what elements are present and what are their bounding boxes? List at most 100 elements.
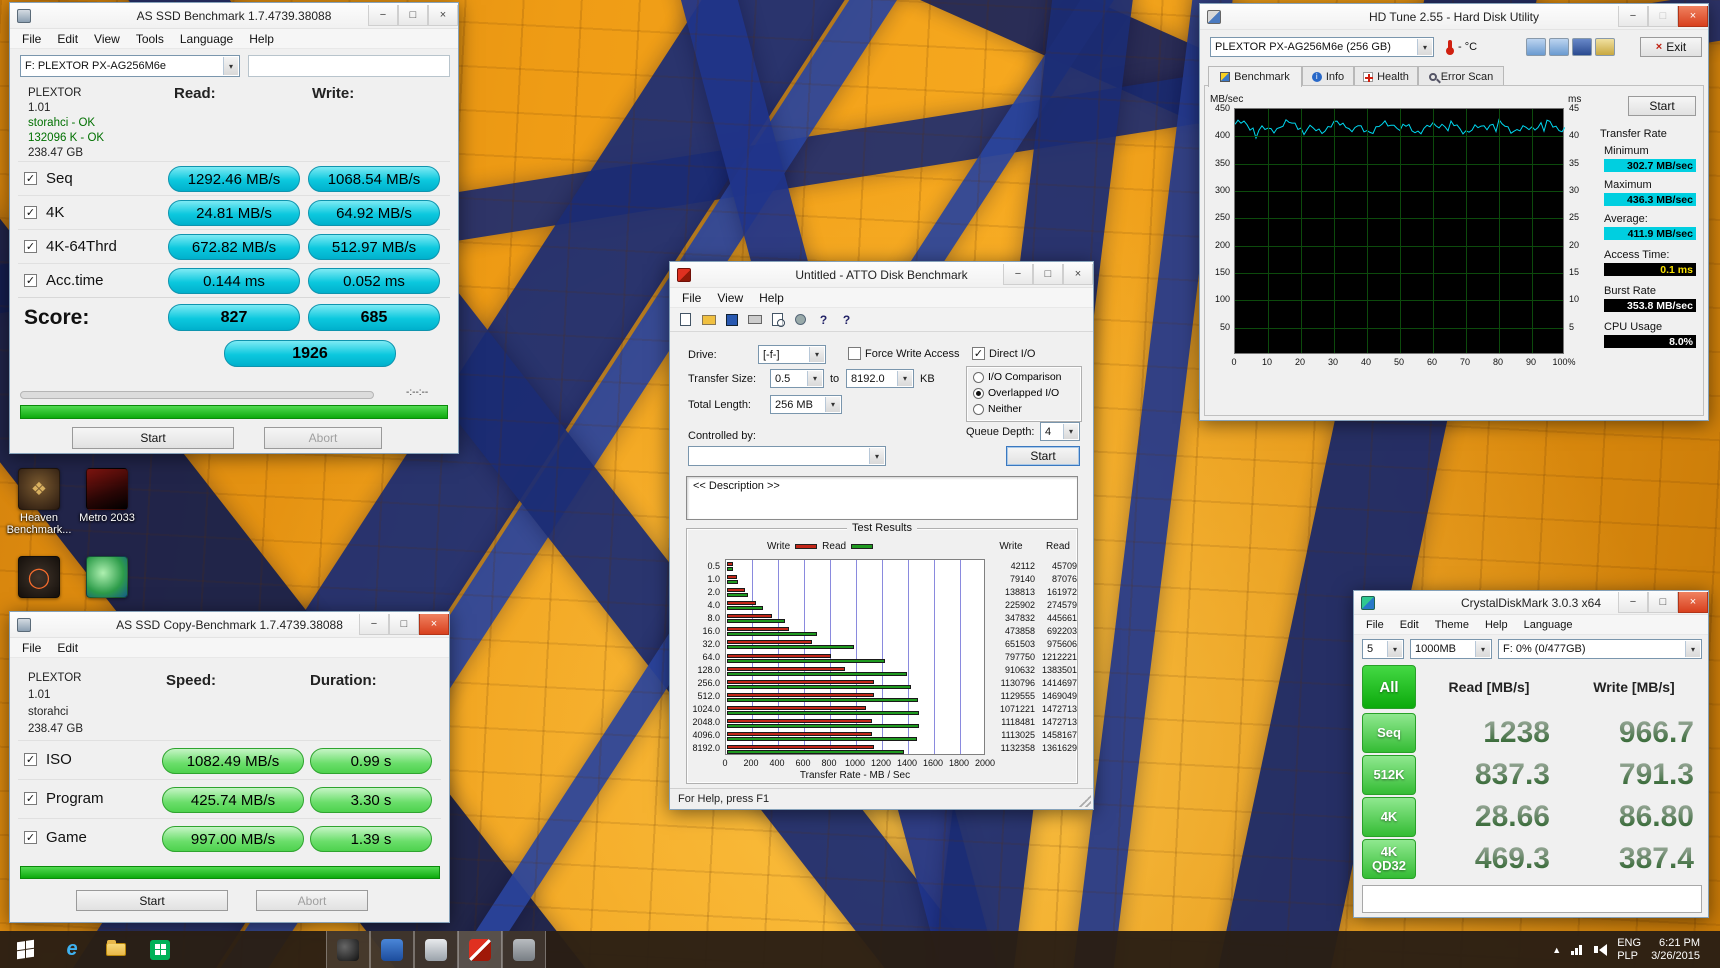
neither-option[interactable]: Neither	[973, 403, 1022, 415]
context-help-icon[interactable]: ?	[835, 310, 858, 330]
print-preview-icon[interactable]	[766, 310, 789, 330]
start-button[interactable]	[0, 931, 50, 968]
run-seq-button[interactable]: Seq	[1362, 713, 1416, 753]
close-button[interactable]: ×	[1678, 6, 1708, 27]
menu-help[interactable]: Help	[751, 289, 792, 307]
tray-expand-icon[interactable]: ▲	[1552, 945, 1561, 955]
title-bar[interactable]: AS SSD Benchmark 1.7.4739.38088 − □ ×	[10, 3, 458, 29]
taskbar-explorer-icon[interactable]	[94, 931, 138, 968]
menu-language[interactable]: Language	[172, 30, 241, 48]
tab-health[interactable]: Health	[1354, 66, 1418, 86]
program-checkbox[interactable]: ✓	[24, 792, 37, 805]
title-bar[interactable]: Untitled - ATTO Disk Benchmark − □ ×	[670, 262, 1093, 288]
menu-edit[interactable]: Edit	[49, 30, 86, 48]
start-button[interactable]: Start	[76, 890, 228, 911]
menu-language[interactable]: Language	[1516, 617, 1581, 633]
total-length-select[interactable]: 256 MB ▾	[770, 395, 842, 414]
close-button[interactable]: ×	[428, 5, 458, 26]
start-button[interactable]: Start	[1006, 446, 1080, 466]
start-button[interactable]: Start	[1628, 96, 1696, 116]
network-icon[interactable]	[1571, 945, 1584, 955]
test-size-select[interactable]: 1000MB ▾	[1410, 639, 1492, 659]
menu-help[interactable]: Help	[241, 30, 282, 48]
iso-checkbox[interactable]: ✓	[24, 753, 37, 766]
taskbar-app2-icon[interactable]	[370, 931, 414, 968]
volume-icon[interactable]	[1594, 944, 1607, 956]
minimize-button[interactable]: −	[359, 614, 389, 635]
description-box[interactable]: << Description >>	[686, 476, 1078, 520]
options-icon[interactable]	[1595, 38, 1615, 56]
close-button[interactable]: ×	[1063, 264, 1093, 285]
minimize-button[interactable]: −	[1003, 264, 1033, 285]
menu-theme[interactable]: Theme	[1427, 617, 1477, 633]
menu-edit[interactable]: Edit	[1392, 617, 1427, 633]
title-bar[interactable]: HD Tune 2.55 - Hard Disk Utility − □ ×	[1200, 4, 1708, 30]
desktop-icon-origin[interactable]: ◯	[6, 556, 72, 600]
exit-button[interactable]: × Exit	[1640, 37, 1702, 57]
tab-benchmark[interactable]: Benchmark	[1208, 66, 1302, 87]
acctime-checkbox[interactable]: ✓	[24, 274, 37, 287]
run-all-button[interactable]: All	[1362, 665, 1416, 709]
resize-grip[interactable]	[1079, 795, 1091, 807]
queue-depth-select[interactable]: 4 ▾	[1040, 422, 1080, 441]
target-drive-select[interactable]: F: 0% (0/477GB) ▾	[1498, 639, 1702, 659]
maximize-button[interactable]: □	[1648, 6, 1678, 27]
maximize-button[interactable]: □	[1033, 264, 1063, 285]
abort-button[interactable]: Abort	[256, 890, 368, 911]
desktop-icon-metro-2033[interactable]: Metro 2033	[74, 468, 140, 524]
overlapped-io-option[interactable]: Overlapped I/O	[973, 387, 1059, 399]
comment-field[interactable]	[1362, 885, 1702, 913]
menu-view[interactable]: View	[86, 30, 128, 48]
menu-file[interactable]: File	[674, 289, 709, 307]
direct-io-checkbox[interactable]: ✓	[972, 347, 985, 360]
overlapped-io-radio[interactable]	[973, 388, 984, 399]
menu-view[interactable]: View	[709, 289, 751, 307]
tab-error-scan[interactable]: Error Scan	[1418, 66, 1504, 86]
copy-screenshot-icon[interactable]	[1526, 38, 1546, 56]
drive-select[interactable]: F: PLEXTOR PX-AG256M6e ▾	[20, 55, 240, 77]
close-button[interactable]: ×	[419, 614, 449, 635]
io-comparison-radio[interactable]	[973, 372, 984, 383]
force-write-access-checkbox[interactable]	[848, 347, 861, 360]
menu-file[interactable]: File	[1358, 617, 1392, 633]
tab-info[interactable]: i Info	[1302, 66, 1354, 86]
drive-select[interactable]: [-f-] ▾	[758, 345, 826, 364]
neither-radio[interactable]	[973, 404, 984, 415]
maximize-button[interactable]: □	[1648, 592, 1678, 613]
run-4k-button[interactable]: 4K	[1362, 797, 1416, 837]
menu-file[interactable]: File	[14, 639, 49, 657]
taskbar-ie-icon[interactable]: e	[50, 931, 94, 968]
clock[interactable]: 6:21 PM 3/26/2015	[1651, 937, 1700, 963]
copy-text-icon[interactable]	[1549, 38, 1569, 56]
start-button[interactable]: Start	[72, 427, 234, 449]
test-count-select[interactable]: 5 ▾	[1362, 639, 1404, 659]
open-file-icon[interactable]	[697, 310, 720, 330]
title-bar[interactable]: CrystalDiskMark 3.0.3 x64 − □ ×	[1354, 591, 1708, 615]
minimize-button[interactable]: −	[368, 5, 398, 26]
menu-help[interactable]: Help	[1477, 617, 1516, 633]
menu-edit[interactable]: Edit	[49, 639, 86, 657]
run-4kqd32-button[interactable]: 4K QD32	[1362, 839, 1416, 879]
desktop-icon-game[interactable]	[74, 556, 140, 600]
taskbar-app4-icon[interactable]	[502, 931, 546, 968]
maximize-button[interactable]: □	[398, 5, 428, 26]
4k-checkbox[interactable]: ✓	[24, 206, 37, 219]
taskbar-store-icon[interactable]	[138, 931, 182, 968]
title-bar[interactable]: AS SSD Copy-Benchmark 1.7.4739.38088 − □…	[10, 612, 449, 638]
maximize-button[interactable]: □	[389, 614, 419, 635]
4k64-checkbox[interactable]: ✓	[24, 240, 37, 253]
run-512k-button[interactable]: 512K	[1362, 755, 1416, 795]
taskbar-atto-icon[interactable]	[458, 931, 502, 968]
save-file-icon[interactable]	[720, 310, 743, 330]
menu-file[interactable]: File	[14, 30, 49, 48]
language-indicator[interactable]: ENG PLP	[1617, 937, 1641, 963]
transfer-size-to-select[interactable]: 8192.0 ▾	[846, 369, 914, 388]
abort-button[interactable]: Abort	[264, 427, 382, 449]
seq-checkbox[interactable]: ✓	[24, 172, 37, 185]
desktop-icon-heaven-benchmark[interactable]: ❖ Heaven Benchmark...	[6, 468, 72, 536]
settings-icon[interactable]	[789, 310, 812, 330]
print-icon[interactable]	[743, 310, 766, 330]
taskbar-app3-icon[interactable]	[414, 931, 458, 968]
transfer-size-from-select[interactable]: 0.5 ▾	[770, 369, 824, 388]
io-comparison-option[interactable]: I/O Comparison	[973, 371, 1062, 383]
